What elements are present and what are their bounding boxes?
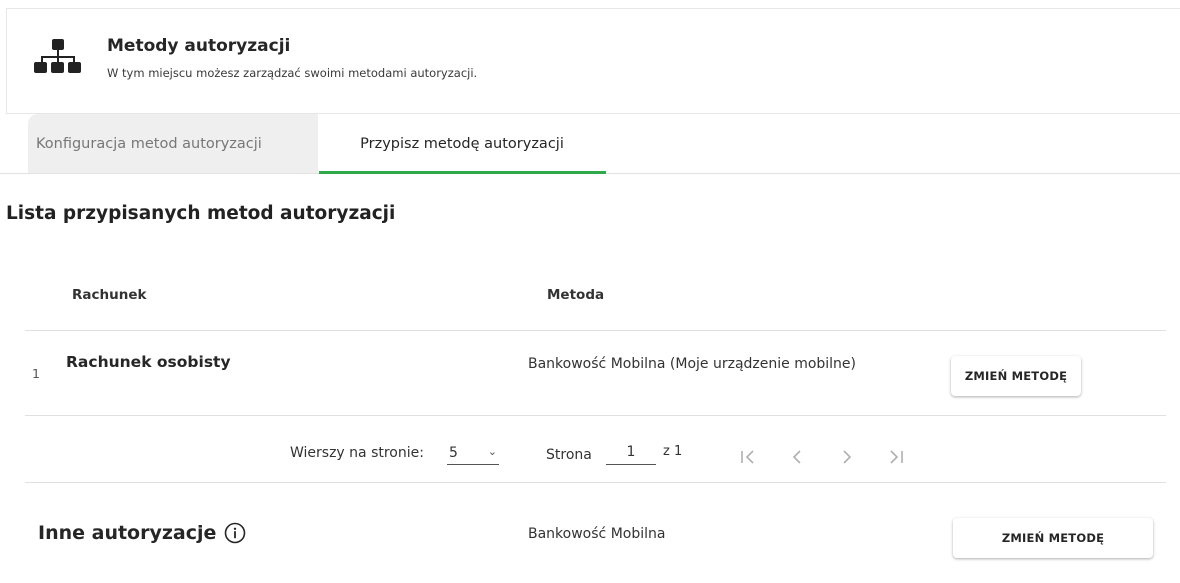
tab-configuration[interactable]: Konfiguracja metod autoryzacji <box>28 114 318 173</box>
column-header-account: Rachunek <box>72 287 147 303</box>
rows-per-page-value: 5 <box>449 445 458 461</box>
column-header-method: Metoda <box>547 287 605 303</box>
other-authorizations-method: Bankowość Mobilna <box>528 526 666 542</box>
other-authorizations: Inne autoryzacje <box>38 522 246 544</box>
sitemap-icon <box>33 39 83 75</box>
other-authorizations-title: Inne autoryzacje <box>38 522 217 544</box>
change-method-button[interactable]: ZMIEŃ METODĘ <box>953 518 1153 558</box>
page-label: Strona <box>546 447 592 463</box>
chevron-down-icon: ⌄ <box>487 445 497 458</box>
row-account-name: Rachunek osobisty <box>66 353 231 371</box>
rows-per-page-select[interactable]: 5 ⌄ <box>447 443 499 465</box>
first-page-icon[interactable] <box>736 445 760 469</box>
prev-page-icon[interactable] <box>785 445 809 469</box>
active-tab-indicator <box>319 171 606 174</box>
page-header: Metody autoryzacji W tym miejscu możesz … <box>6 8 1180 114</box>
rows-per-page-label: Wierszy na stronie: <box>290 445 424 461</box>
tab-assign-method[interactable]: Przypisz metodę autoryzacji <box>318 114 606 173</box>
page-subtitle: W tym miejscu możesz zarządzać swoimi me… <box>107 66 478 80</box>
row-method: Bankowość Mobilna (Moje urządzenie mobil… <box>528 356 857 372</box>
table-divider <box>25 482 1166 483</box>
table-divider <box>25 415 1166 416</box>
table-divider <box>25 330 1166 331</box>
page-title: Metody autoryzacji <box>107 36 291 56</box>
change-method-button[interactable]: ZMIEŃ METODĘ <box>951 356 1081 396</box>
section-title: Lista przypisanych metod autoryzacji <box>6 203 396 224</box>
info-icon[interactable] <box>224 522 246 544</box>
row-number: 1 <box>32 366 40 381</box>
tab-bar: Konfiguracja metod autoryzacji Przypisz … <box>20 114 1180 174</box>
page-number-input[interactable]: 1 <box>606 443 656 465</box>
last-page-icon[interactable] <box>884 445 908 469</box>
page-total: z 1 <box>663 444 683 459</box>
next-page-icon[interactable] <box>835 445 859 469</box>
